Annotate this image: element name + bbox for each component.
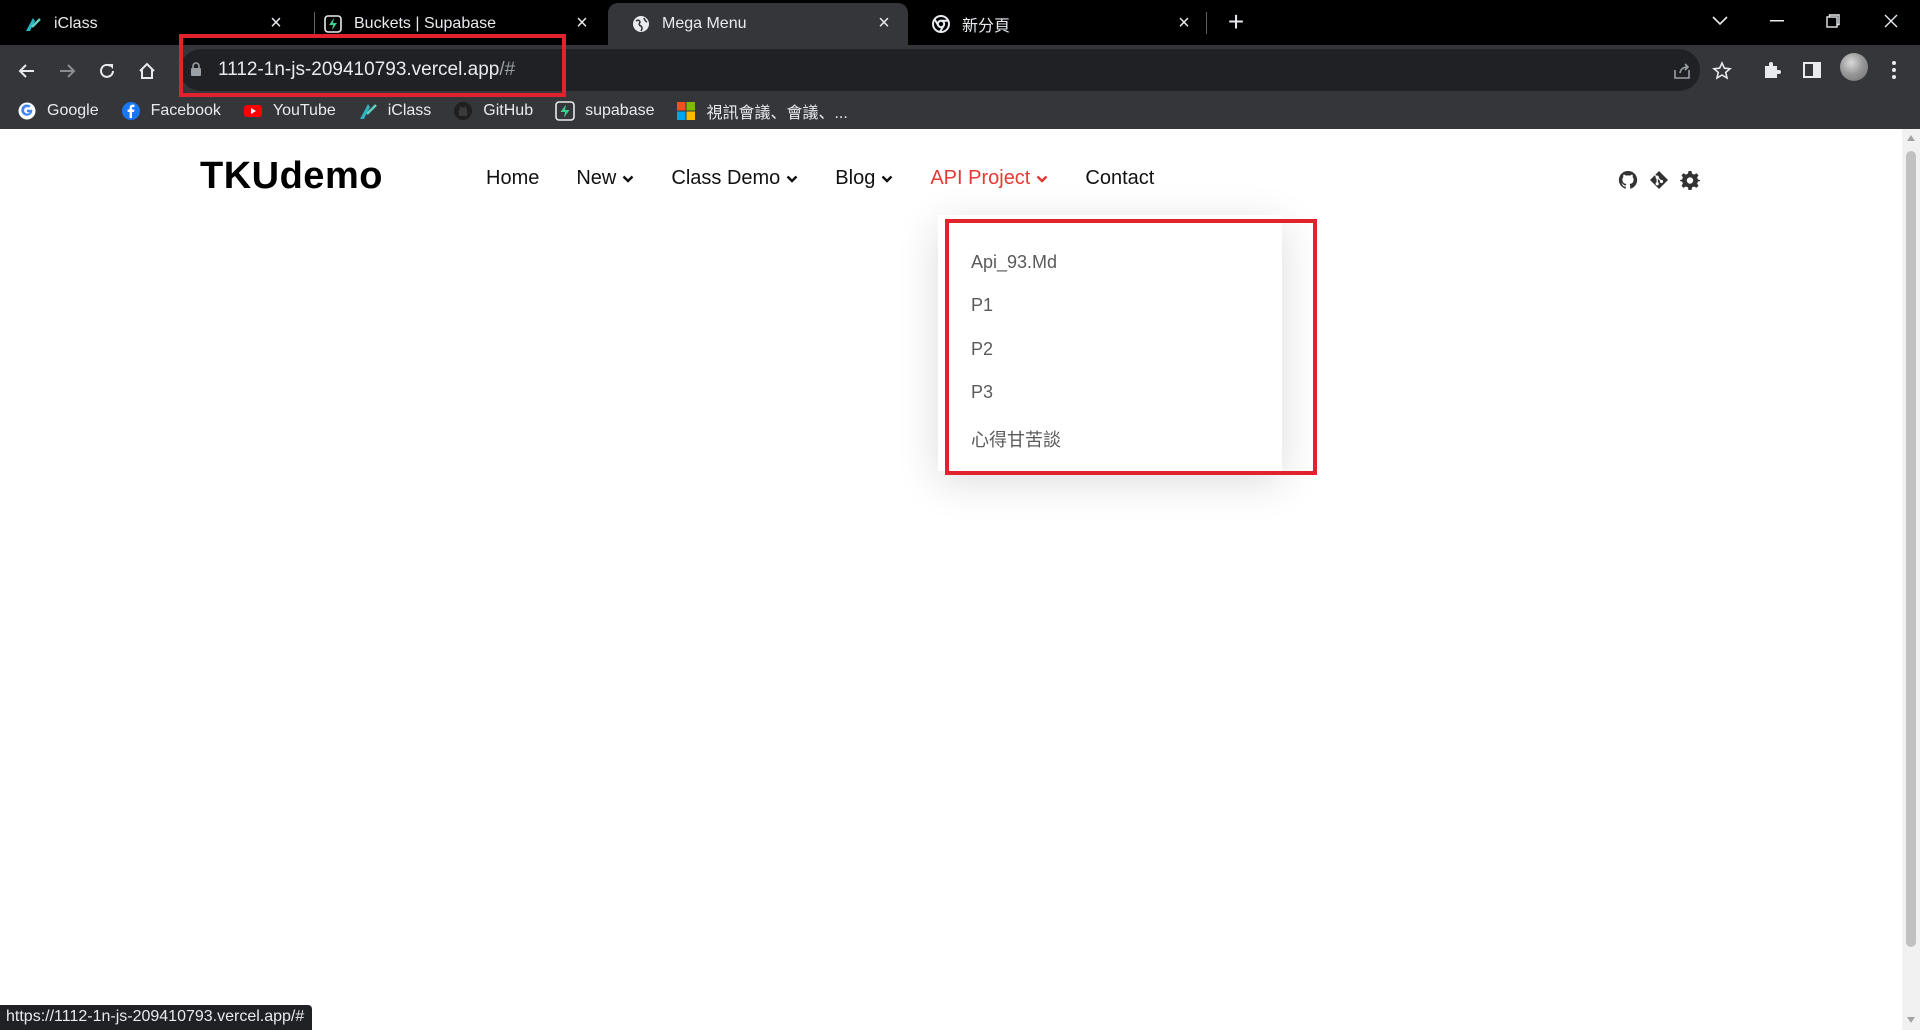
supabase-icon <box>324 15 342 33</box>
dropdown-item-p3[interactable]: P3 <box>971 382 993 403</box>
tab-supabase[interactable]: Buckets | Supabase × <box>300 3 606 45</box>
dropdown-item-p1[interactable]: P1 <box>971 295 993 316</box>
browser-toolbar: 1112-1n-js-209410793.vercel.app/# Google… <box>0 45 1920 129</box>
bookmark-github[interactable]: GitHub <box>453 101 533 121</box>
tab-title: Buckets | Supabase <box>354 15 497 32</box>
home-icon[interactable] <box>129 53 165 89</box>
bookmark-star-icon[interactable] <box>1710 59 1734 83</box>
chevron-down-icon <box>622 175 634 183</box>
close-icon[interactable]: × <box>572 13 592 33</box>
forward-arrow-icon[interactable] <box>49 53 85 89</box>
facebook-icon <box>121 101 141 121</box>
chevron-down-icon <box>881 175 893 183</box>
bookmark-iclass[interactable]: iClass <box>358 101 431 121</box>
close-window-icon[interactable] <box>1871 6 1911 36</box>
tab-mega-menu[interactable]: Mega Menu × <box>608 3 908 45</box>
nav-new[interactable]: New <box>576 167 634 190</box>
back-arrow-icon[interactable] <box>9 53 45 89</box>
github-icon[interactable] <box>1617 169 1639 191</box>
bookmark-supabase[interactable]: supabase <box>555 101 654 121</box>
dropdown-item-api-93-md[interactable]: Api_93.Md <box>971 252 1057 273</box>
close-icon[interactable]: × <box>874 13 894 33</box>
tab-title: iClass <box>54 15 98 32</box>
profile-avatar[interactable] <box>1840 53 1868 81</box>
scroll-up-arrow-icon[interactable] <box>1907 135 1915 141</box>
restore-icon[interactable] <box>1813 6 1853 36</box>
tab-search-chevron-icon[interactable] <box>1700 6 1740 36</box>
side-panel-icon[interactable] <box>1797 55 1827 85</box>
bookmark-microsoft-teams[interactable]: 視訊會議、會議、... <box>676 99 848 123</box>
status-bubble: https://1112-1n-js-209410793.vercel.app/… <box>0 1005 313 1030</box>
page-scrollbar[interactable] <box>1902 129 1920 1030</box>
tab-strip: iClass × Buckets | Supabase × Mega Menu … <box>0 0 1920 45</box>
bookmark-google[interactable]: Google <box>17 101 99 121</box>
nav-contact[interactable]: Contact <box>1085 167 1154 190</box>
main-nav: Home New Class Demo Blog API Project Con… <box>486 167 1191 190</box>
nav-class-demo[interactable]: Class Demo <box>671 167 798 190</box>
github-icon <box>453 101 473 121</box>
scrollbar-thumb[interactable] <box>1906 151 1916 947</box>
tab-new-tab[interactable]: 新分頁 × <box>908 3 1208 45</box>
chevron-down-icon <box>786 175 798 183</box>
url-text[interactable]: 1112-1n-js-209410793.vercel.app/# <box>218 59 515 81</box>
tab-title: Mega Menu <box>662 15 747 32</box>
tab-iclass[interactable]: iClass × <box>0 3 300 45</box>
youtube-icon <box>243 101 263 121</box>
chrome-icon <box>932 15 950 33</box>
nav-api-project[interactable]: API Project <box>930 167 1048 190</box>
bookmark-youtube[interactable]: YouTube <box>243 101 336 121</box>
close-icon[interactable]: × <box>266 13 286 33</box>
iclass-icon <box>24 15 42 33</box>
more-menu-icon[interactable] <box>1879 55 1909 85</box>
chevron-down-icon <box>1036 175 1048 183</box>
microsoft-icon <box>676 101 696 121</box>
supabase-icon <box>555 101 575 121</box>
new-tab-plus-icon[interactable]: + <box>1222 8 1250 36</box>
google-icon <box>17 101 37 121</box>
scroll-down-arrow-icon[interactable] <box>1907 1017 1915 1023</box>
lock-icon[interactable] <box>190 62 202 81</box>
reload-icon[interactable] <box>89 53 125 89</box>
globe-icon <box>632 15 650 33</box>
git-icon[interactable] <box>1648 169 1670 191</box>
extensions-puzzle-icon[interactable] <box>1757 55 1787 85</box>
gear-icon[interactable] <box>1679 169 1701 191</box>
web-page: TKUdemo Home New Class Demo Blog API Pro… <box>0 129 1902 1030</box>
bookmark-facebook[interactable]: Facebook <box>121 101 221 121</box>
address-bar[interactable]: 1112-1n-js-209410793.vercel.app/# <box>180 49 1700 91</box>
nav-home[interactable]: Home <box>486 167 539 190</box>
share-icon[interactable] <box>1670 59 1694 83</box>
tab-separator <box>1206 12 1207 34</box>
iclass-icon <box>358 101 378 121</box>
nav-blog[interactable]: Blog <box>835 167 893 190</box>
api-project-dropdown: Api_93.Md P1 P2 P3 心得甘苦談 <box>938 215 1282 471</box>
dropdown-item-p2[interactable]: P2 <box>971 339 993 360</box>
close-icon[interactable]: × <box>1174 13 1194 33</box>
minimize-icon[interactable] <box>1757 6 1797 36</box>
header-icons <box>1617 169 1710 191</box>
dropdown-item-experience[interactable]: 心得甘苦談 <box>971 426 1061 452</box>
site-logo[interactable]: TKUdemo <box>200 155 383 198</box>
tab-title: 新分頁 <box>962 18 1011 35</box>
bookmarks-bar: Google Facebook YouTube iClass GitHub su… <box>0 95 852 127</box>
